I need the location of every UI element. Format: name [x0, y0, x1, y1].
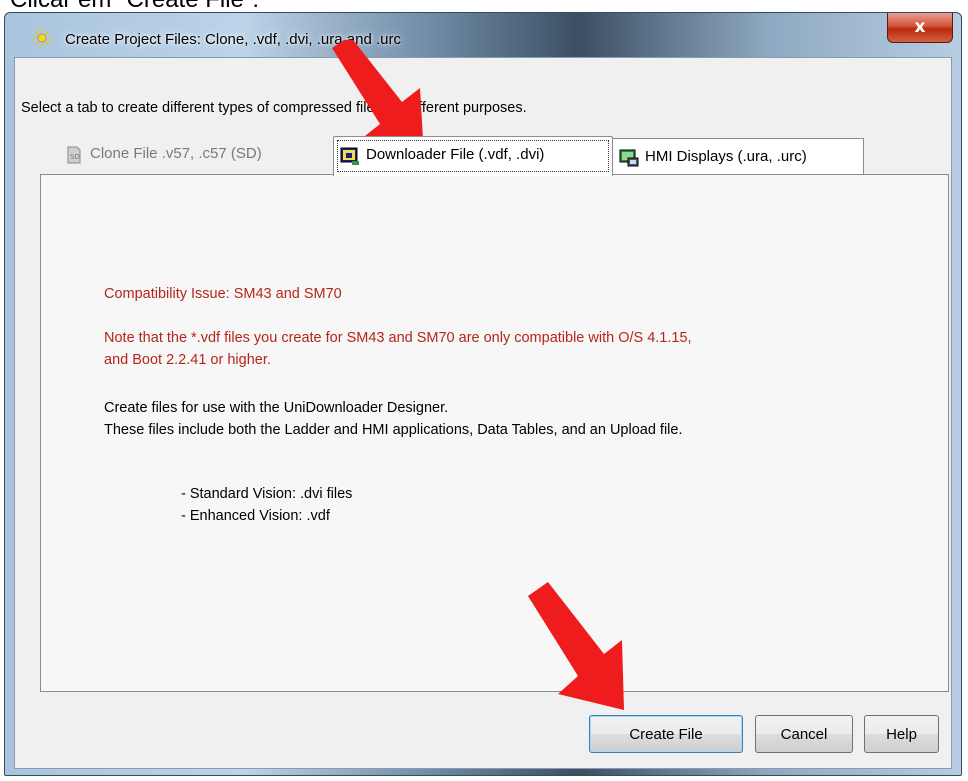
close-button[interactable]: x	[887, 13, 953, 43]
dialog-window: Create Project Files: Clone, .vdf, .dvi,…	[4, 12, 962, 776]
compatibility-title: Compatibility Issue: SM43 and SM70	[104, 286, 342, 302]
downloader-icon	[340, 147, 359, 165]
instruction-text: Select a tab to create different types o…	[21, 100, 527, 116]
list-item: - Enhanced Vision: .vdf	[181, 508, 330, 524]
compatibility-note-line1: Note that the *.vdf files you create for…	[104, 330, 692, 346]
tab-hmi-displays[interactable]: HMI Displays (.ura, .urc)	[612, 138, 864, 174]
sd-card-icon: SD	[67, 146, 81, 164]
tab-label: Downloader File (.vdf, .dvi)	[366, 146, 545, 163]
compatibility-note-line2: and Boot 2.2.41 or higher.	[104, 352, 271, 368]
app-sun-icon	[33, 29, 51, 47]
description-line2: These files include both the Ladder and …	[104, 422, 683, 438]
tab-label: Clone File .v57, .c57 (SD)	[90, 145, 262, 162]
tab-clone-file[interactable]: SD Clone File .v57, .c57 (SD)	[58, 136, 330, 174]
tab-strip: SD Clone File .v57, .c57 (SD) Downloader…	[48, 136, 878, 176]
help-button[interactable]: Help	[864, 715, 939, 753]
close-icon: x	[914, 17, 926, 37]
description-line1: Create files for use with the UniDownloa…	[104, 400, 449, 416]
cancel-button[interactable]: Cancel	[755, 715, 853, 753]
svg-text:SD: SD	[70, 153, 80, 161]
annotation-arrow-icon	[528, 582, 624, 710]
hmi-display-icon	[619, 149, 639, 167]
list-item: - Standard Vision: .dvi files	[181, 486, 353, 502]
create-file-button[interactable]: Create File	[589, 715, 743, 753]
tab-downloader-file[interactable]: Downloader File (.vdf, .dvi)	[333, 136, 613, 176]
tab-label: HMI Displays (.ura, .urc)	[645, 148, 807, 165]
title-bar[interactable]: Create Project Files: Clone, .vdf, .dvi,…	[5, 13, 961, 57]
dialog-client-area: Select a tab to create different types o…	[14, 57, 952, 769]
downloader-tab-panel: Compatibility Issue: SM43 and SM70 Note …	[40, 174, 949, 692]
